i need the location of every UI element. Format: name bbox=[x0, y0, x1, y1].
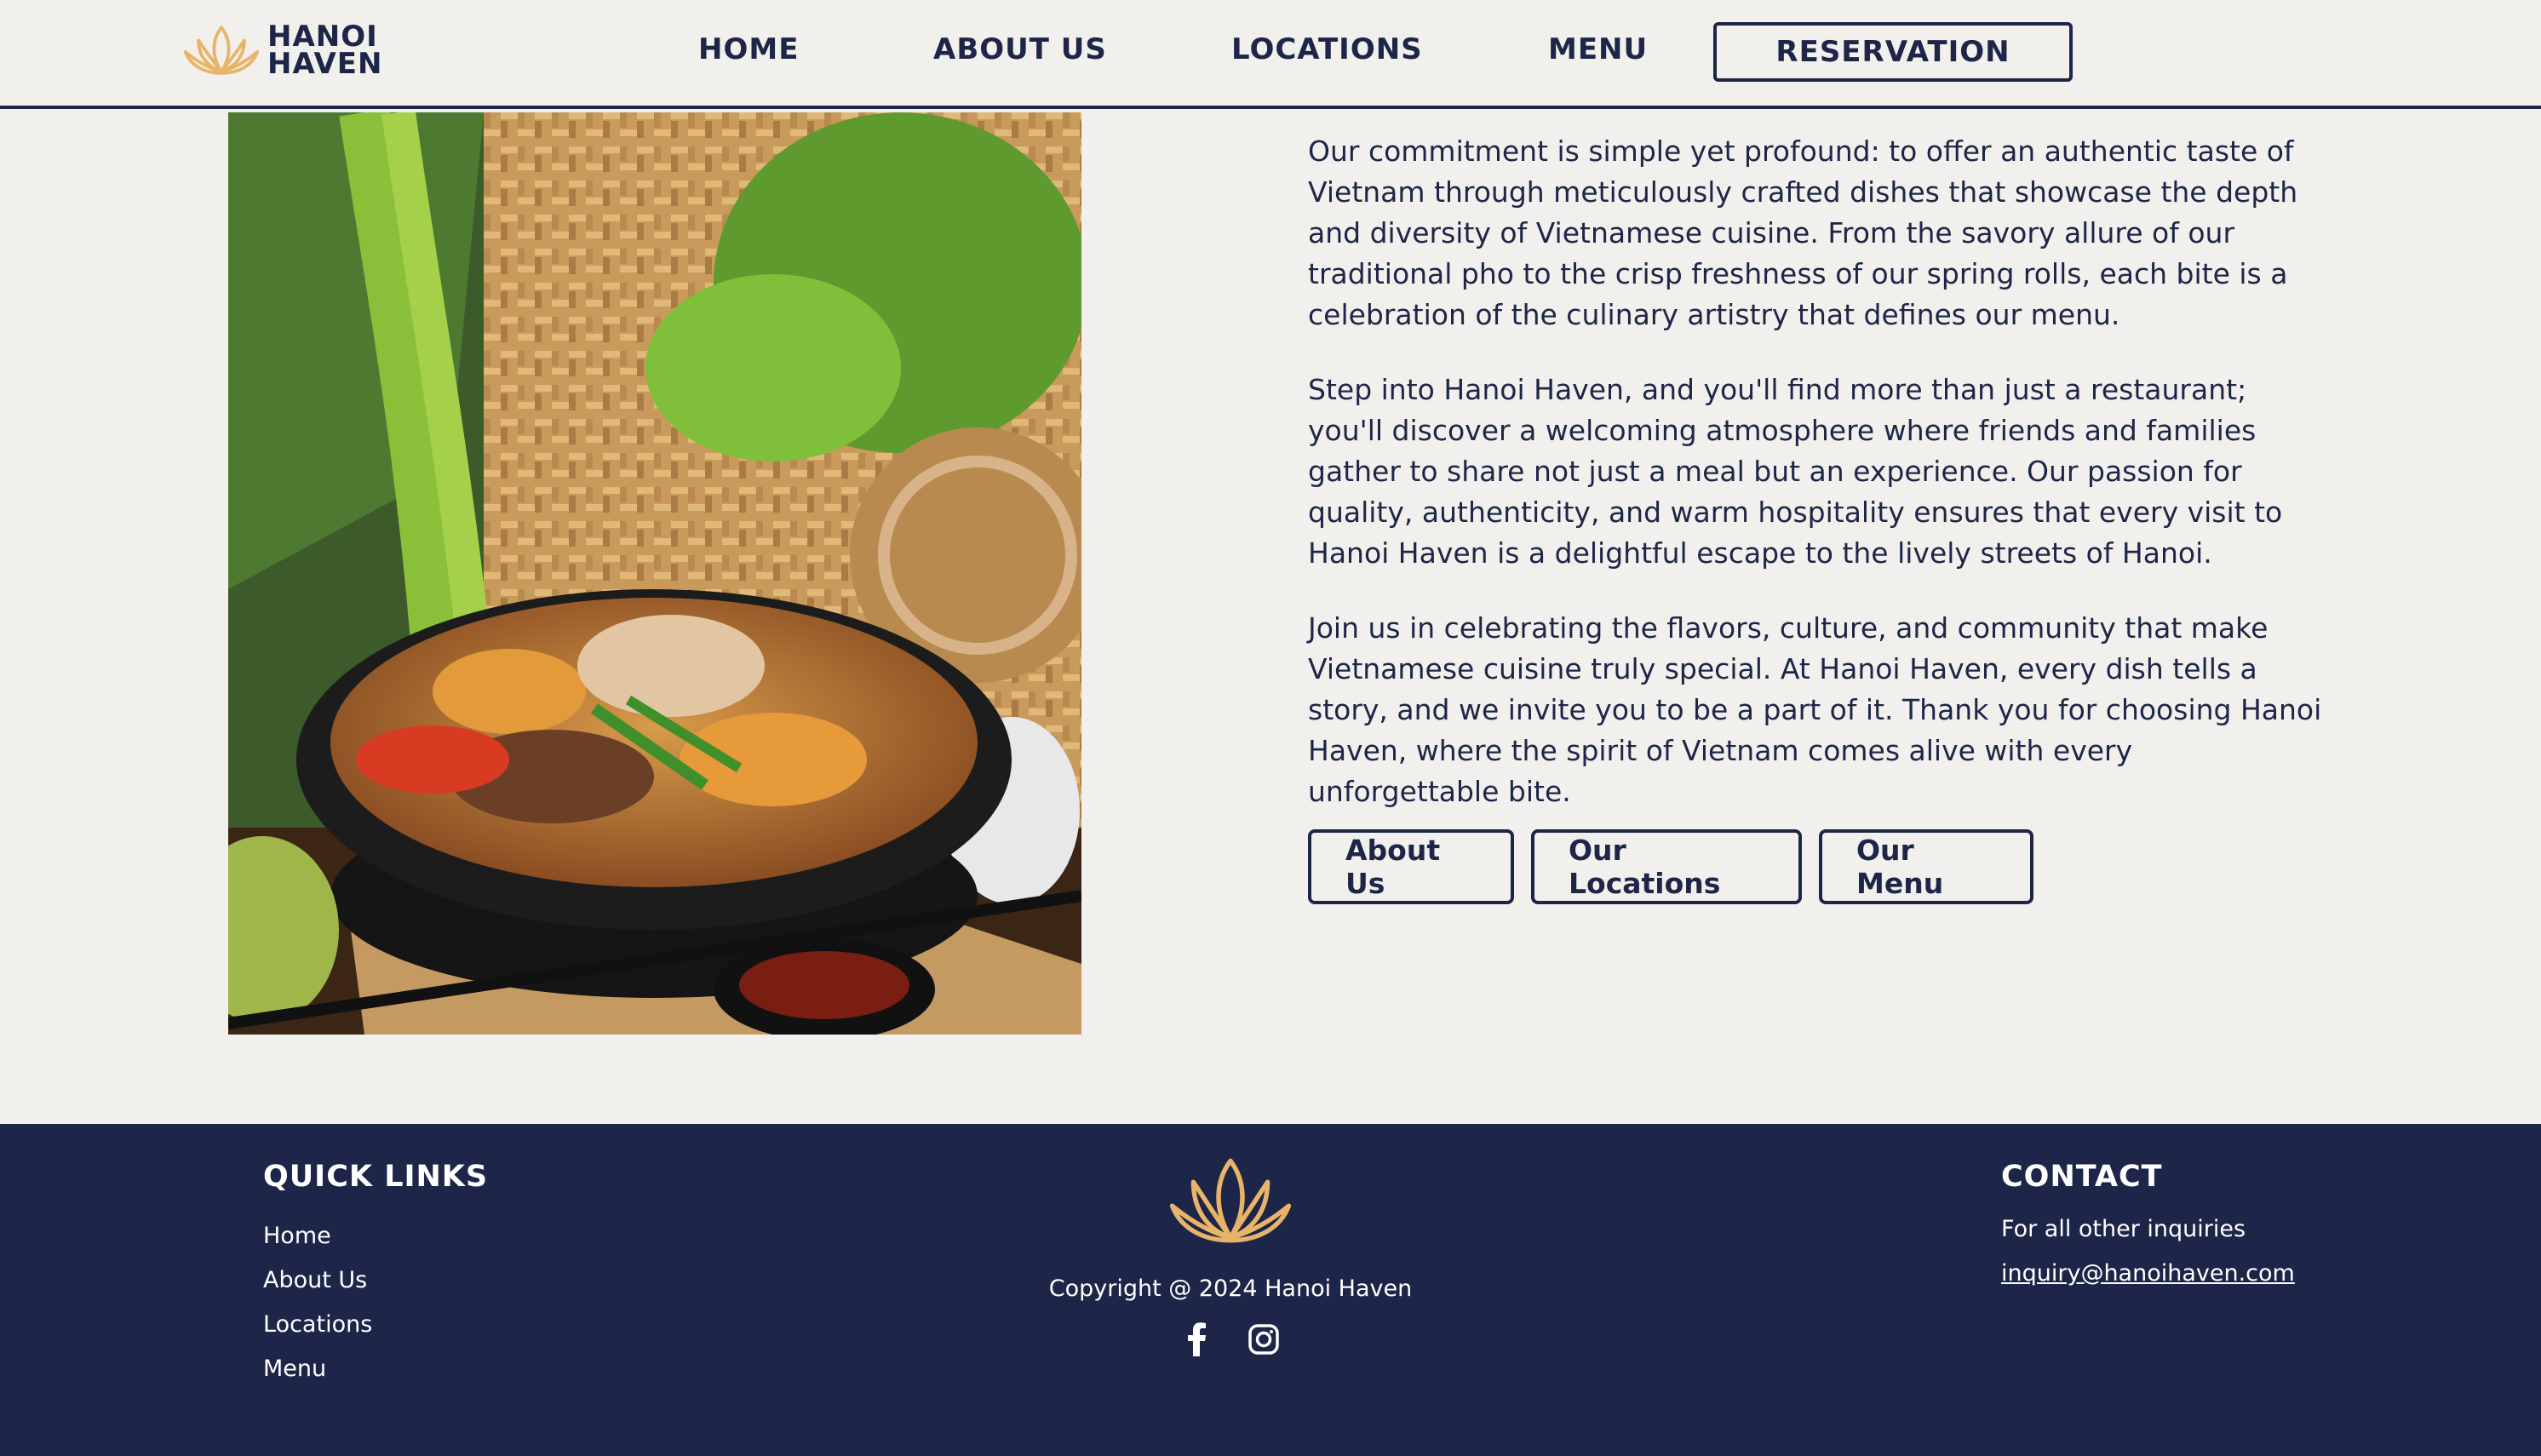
footer-link-home[interactable]: Home bbox=[263, 1214, 372, 1258]
contact-email-link[interactable]: inquiry@hanoihaven.com bbox=[2001, 1260, 2295, 1287]
copyright-text: Copyright @ 2024 Hanoi Haven bbox=[1048, 1275, 1413, 1302]
instagram-icon[interactable] bbox=[1247, 1322, 1281, 1356]
about-paragraph-2: Step into Hanoi Haven, and you'll find m… bbox=[1308, 373, 2283, 570]
top-nav: HANOI HAVEN HOME ABOUT US LOCATIONS MENU… bbox=[0, 0, 2541, 109]
contact-title: CONTACT bbox=[2001, 1160, 2163, 1194]
brand-name: HANOI HAVEN bbox=[267, 22, 383, 81]
about-paragraph-3: Join us in celebrating the flavors, cult… bbox=[1308, 611, 2322, 808]
cta-buttons: About Us Our Locations Our Menu bbox=[1308, 829, 2033, 904]
lotus-icon bbox=[183, 26, 260, 75]
nav-home[interactable]: HOME bbox=[698, 32, 799, 66]
footer-link-about-us[interactable]: About Us bbox=[263, 1258, 372, 1303]
contact-text: For all other inquiries bbox=[2001, 1216, 2246, 1242]
brand-name-line2: HAVEN bbox=[267, 47, 383, 81]
quick-links-list: Home About Us Locations Menu bbox=[263, 1214, 372, 1391]
our-locations-button[interactable]: Our Locations bbox=[1531, 829, 1802, 904]
about-paragraph-1: Our commitment is simple yet profound: t… bbox=[1308, 135, 2298, 331]
food-photo bbox=[228, 112, 1081, 1035]
our-menu-button[interactable]: Our Menu bbox=[1819, 829, 2033, 904]
nav-locations[interactable]: LOCATIONS bbox=[1231, 32, 1423, 66]
nav-menu[interactable]: MENU bbox=[1548, 32, 1648, 66]
quick-links-title: QUICK LINKS bbox=[263, 1160, 489, 1194]
reservation-button[interactable]: RESERVATION bbox=[1713, 22, 2073, 82]
nav-about-us[interactable]: ABOUT US bbox=[933, 32, 1107, 66]
footer-link-menu[interactable]: Menu bbox=[263, 1347, 372, 1391]
about-copy: Our commitment is simple yet profound: t… bbox=[1308, 131, 2330, 846]
about-us-button[interactable]: About Us bbox=[1308, 829, 1514, 904]
lotus-icon bbox=[1169, 1158, 1292, 1243]
noodle-bowl-illustration bbox=[228, 112, 1081, 1035]
footer-brand: Copyright @ 2024 Hanoi Haven bbox=[979, 1153, 1482, 1356]
social-links bbox=[979, 1322, 1482, 1356]
brand-logo[interactable]: HANOI HAVEN bbox=[181, 20, 382, 80]
footer-link-locations[interactable]: Locations bbox=[263, 1303, 372, 1347]
facebook-icon[interactable] bbox=[1180, 1322, 1214, 1356]
site-footer: QUICK LINKS Home About Us Locations Menu… bbox=[0, 1124, 2541, 1456]
